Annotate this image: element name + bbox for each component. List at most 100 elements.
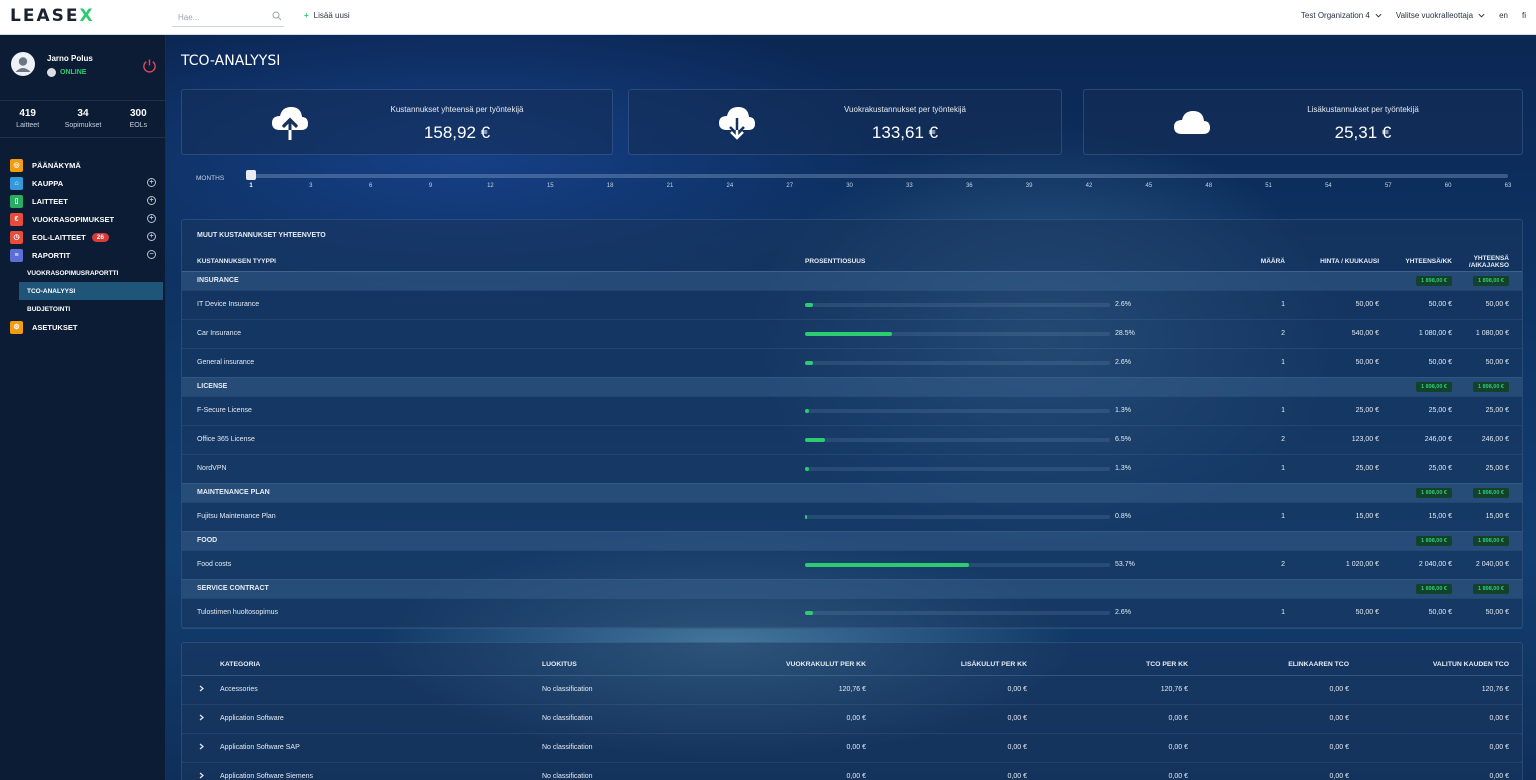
table-row[interactable]: Food costs 53.7% 2 1 020,00 €2 040,00 €2 04… xyxy=(182,550,1522,580)
table-row[interactable]: Accessories No classification 120,76 €0,00… xyxy=(182,675,1522,705)
table-row[interactable]: NordVPN 1.3% 1 25,00 €25,00 €25,00 € xyxy=(182,454,1522,484)
month-tick[interactable]: 15 xyxy=(547,183,554,189)
month-tick[interactable]: 60 xyxy=(1445,183,1452,189)
cost-item-amount: 1 xyxy=(1235,396,1285,426)
column-header-tco[interactable]: TCO PER KK xyxy=(1027,655,1188,676)
months-slider-track[interactable] xyxy=(251,174,1508,178)
sidebar-subitem-contract-report[interactable]: VUOKRASOPIMUSRAPORTTI xyxy=(19,264,163,282)
sidebar-item-contracts[interactable]: € VUOKRASOPIMUKSET + xyxy=(0,210,166,228)
column-header-extra-cost[interactable]: LISÄKULUT PER KK xyxy=(866,655,1027,676)
table-row[interactable]: Car Insurance 28.5% 2 540,00 €1 080,00 €1 0… xyxy=(182,319,1522,349)
stat-devices[interactable]: 419 Laitteet xyxy=(0,101,55,137)
month-tick[interactable]: 33 xyxy=(906,183,913,189)
column-header-total-month[interactable]: YHTEENSÄ/KK xyxy=(1379,253,1452,272)
expand-plus-icon[interactable]: + xyxy=(147,214,156,223)
status-label: ONLINE xyxy=(60,69,87,76)
chevron-right-icon[interactable] xyxy=(198,685,205,692)
sidebar-item-shop[interactable]: ⌂ KAUPPA + xyxy=(0,174,166,192)
month-tick[interactable]: 63 xyxy=(1505,183,1512,189)
month-tick[interactable]: 36 xyxy=(966,183,973,189)
sidebar-item-settings[interactable]: ⚙ ASETUKSET xyxy=(0,318,166,336)
month-tick[interactable]: 3 xyxy=(309,183,312,189)
month-tick[interactable]: 54 xyxy=(1325,183,1332,189)
chevron-right-icon[interactable] xyxy=(198,772,205,779)
table-row[interactable]: Office 365 License 6.5% 2 123,00 €246,00 €2… xyxy=(182,425,1522,455)
month-tick[interactable]: 18 xyxy=(607,183,614,189)
power-icon[interactable] xyxy=(142,58,157,73)
month-tick[interactable]: 9 xyxy=(429,183,432,189)
column-header-classification[interactable]: LUOKITUS xyxy=(542,655,702,676)
expand-cell[interactable] xyxy=(182,675,220,705)
expand-cell[interactable] xyxy=(182,733,220,763)
page-title: TCO-ANALYYSI xyxy=(181,53,281,69)
sidebar-item-dashboard[interactable]: ◎ PÄÄNÄKYMÄ xyxy=(0,156,166,174)
stat-eols[interactable]: 300 EOLs xyxy=(111,101,166,137)
sidebar-subitem-budget[interactable]: BUDJETOINTI xyxy=(19,300,163,318)
sidebar-item-eol[interactable]: ◷ EOL-LAITTEET 26 + xyxy=(0,228,166,246)
language-fi[interactable]: fi xyxy=(1522,11,1526,20)
column-header-category[interactable]: KATEGORIA xyxy=(220,655,542,676)
add-new-button[interactable]: + Lisää uusi xyxy=(304,11,350,20)
cost-item-total-period: 1 080,00 € xyxy=(1452,319,1522,349)
sidebar-subitem-tco[interactable]: TCO-ANALYYSI xyxy=(19,282,163,300)
sidebar-item-devices[interactable]: ▯ LAITTEET + xyxy=(0,192,166,210)
column-header-type[interactable]: KUSTANNUKSEN TYYPPI xyxy=(182,253,805,272)
table-row[interactable]: Application Software Siemens No classific… xyxy=(182,762,1522,780)
chevron-right-icon[interactable] xyxy=(198,743,205,750)
column-header-total-period[interactable]: YHTEENSÄ /AIKAJAKSO xyxy=(1452,253,1522,272)
month-tick[interactable]: 51 xyxy=(1265,183,1272,189)
month-tick[interactable]: 57 xyxy=(1385,183,1392,189)
table-row[interactable]: Application Software SAP No classificatio… xyxy=(182,733,1522,763)
search-input[interactable] xyxy=(172,9,284,27)
category-lease-cost: 0,00 € xyxy=(702,733,866,763)
month-tick[interactable]: 21 xyxy=(667,183,674,189)
month-tick[interactable]: 1 xyxy=(249,183,252,189)
collapse-minus-icon[interactable]: − xyxy=(147,250,156,259)
column-header-lease-cost[interactable]: VUOKRAKULUT PER KK xyxy=(702,655,866,676)
percent-bar-fill xyxy=(805,302,813,307)
total-badge: 1 898,00 € xyxy=(1416,583,1452,594)
language-en[interactable]: en xyxy=(1499,11,1508,20)
column-header-percent[interactable]: PROSENTTIOSUUS xyxy=(805,253,1115,272)
months-slider-handle[interactable] xyxy=(246,170,256,180)
cost-item-amount: 1 xyxy=(1235,502,1285,532)
month-tick[interactable]: 39 xyxy=(1026,183,1033,189)
organization-select[interactable]: Test Organization 4 xyxy=(1301,11,1382,20)
cost-item-amount: 2 xyxy=(1235,425,1285,455)
column-header-amount[interactable]: MÄÄRÄ xyxy=(1235,253,1285,272)
chevron-right-icon[interactable] xyxy=(198,714,205,721)
expand-plus-icon[interactable]: + xyxy=(147,178,156,187)
month-tick[interactable]: 27 xyxy=(786,183,793,189)
cost-summary-body: INSURANCE 1 898,00 € 1 898,00 € IT Device I… xyxy=(182,271,1522,628)
expand-plus-icon[interactable]: + xyxy=(147,196,156,205)
column-header-period-tco[interactable]: VALITUN KAUDEN TCO xyxy=(1349,655,1522,676)
column-header-lifecycle-tco[interactable]: ELINKAAREN TCO xyxy=(1188,655,1349,676)
month-tick[interactable]: 48 xyxy=(1205,183,1212,189)
month-tick[interactable]: 45 xyxy=(1146,183,1153,189)
month-tick[interactable]: 30 xyxy=(846,183,853,189)
cost-item-percent: 28.5% xyxy=(1115,319,1235,349)
cost-group-spacer xyxy=(1235,483,1285,503)
column-header-price[interactable]: HINTA / KUUKAUSI xyxy=(1285,253,1379,272)
search-icon[interactable] xyxy=(272,11,282,21)
table-row[interactable]: Fujitsu Maintenance Plan 0.8% 1 15,00 €15,0… xyxy=(182,502,1522,532)
column-header-percent-value xyxy=(1115,253,1235,272)
expand-cell[interactable] xyxy=(182,762,220,780)
sidebar-item-reports[interactable]: ≡ RAPORTIT − xyxy=(0,246,166,264)
table-row[interactable]: F-Secure License 1.3% 1 25,00 €25,00 €25,00… xyxy=(182,396,1522,426)
table-row[interactable]: Tulostimen huoltosopimus 2.6% 1 50,00 €50,0… xyxy=(182,598,1522,628)
table-row[interactable]: IT Device Insurance 2.6% 1 50,00 €50,00 €50… xyxy=(182,290,1522,320)
lessor-select[interactable]: Valitse vuokralleottaja xyxy=(1396,11,1485,20)
table-row[interactable]: General insurance 2.6% 1 50,00 €50,00 €50,0… xyxy=(182,348,1522,378)
month-tick[interactable]: 24 xyxy=(727,183,734,189)
month-tick[interactable]: 6 xyxy=(369,183,372,189)
stat-contracts[interactable]: 34 Sopimukset xyxy=(55,101,110,137)
category-name: Accessories xyxy=(220,675,542,705)
month-tick[interactable]: 42 xyxy=(1086,183,1093,189)
expand-plus-icon[interactable]: + xyxy=(147,232,156,241)
logo[interactable]: LEASEX xyxy=(10,6,95,26)
table-row[interactable]: Application Software No classification 0,0… xyxy=(182,704,1522,734)
avatar[interactable] xyxy=(11,52,35,76)
month-tick[interactable]: 12 xyxy=(487,183,494,189)
expand-cell[interactable] xyxy=(182,704,220,734)
